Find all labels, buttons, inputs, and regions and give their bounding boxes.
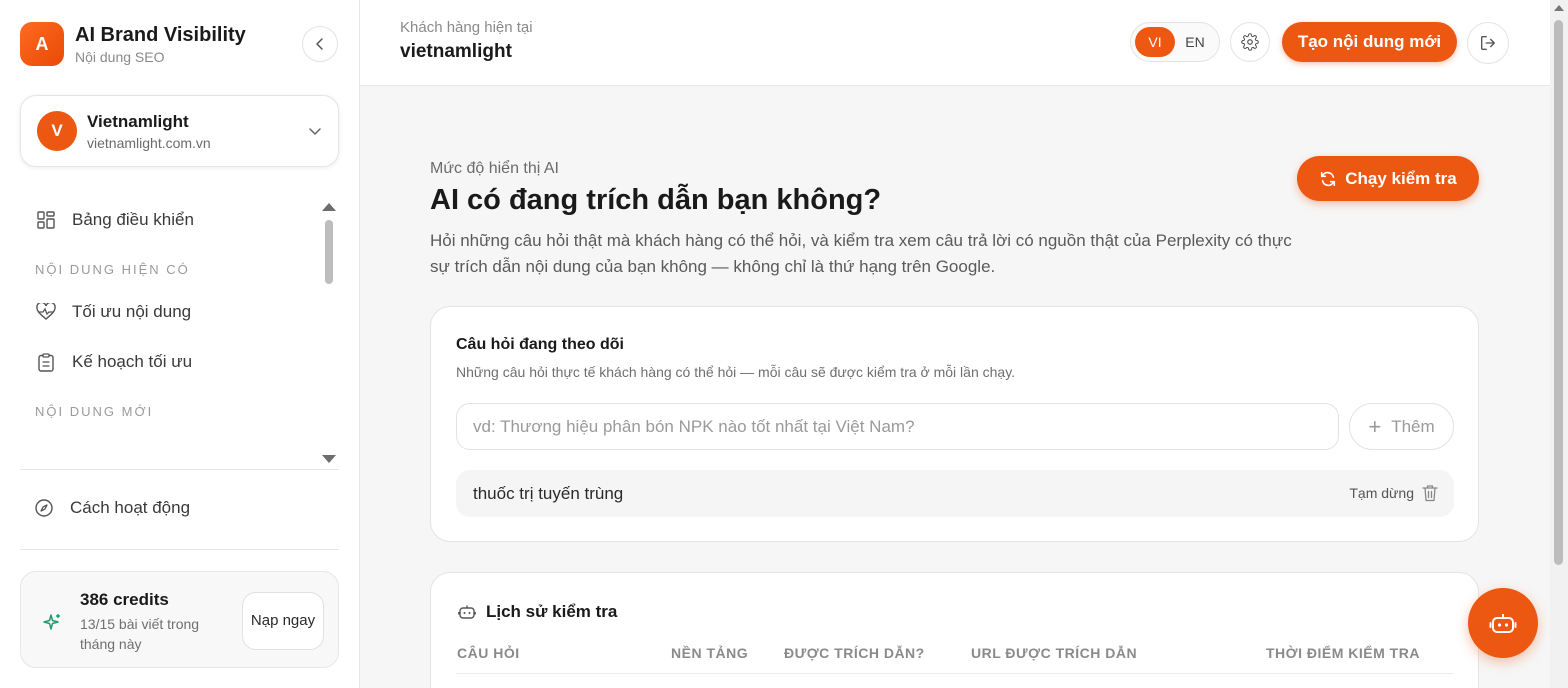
page-description: Hỏi những câu hỏi thật mà khách hàng có … [430,231,1292,276]
column-header-question: CÂU HỎI [457,645,520,661]
add-question-button[interactable]: + Thêm [1349,403,1454,450]
site-selector[interactable]: V Vietnamlight vietnamlight.com.vn [20,95,339,167]
refresh-icon [1321,171,1336,186]
run-check-label: Chạy kiểm tra [1345,168,1457,188]
tracked-subtitle: Những câu hỏi thực tế khách hàng có thể … [456,364,1016,380]
sidebar-item-dashboard[interactable]: Bảng điều khiển [20,195,320,245]
column-header-cited: ĐƯỢC TRÍCH DẪN? [784,645,925,661]
settings-button[interactable] [1230,22,1270,62]
chevron-down-icon [309,128,321,135]
clipboard-icon [36,352,56,372]
history-title-text: Lịch sử kiểm tra [486,602,618,621]
nav-section-existing: NỘI DUNG HIỆN CÓ [35,261,190,277]
run-check-button[interactable]: Chạy kiểm tra [1297,156,1479,201]
divider [20,549,339,550]
sidebar-scrollbar[interactable] [325,220,333,284]
client-label: Khách hàng hiện tại [400,19,533,36]
scroll-up-arrow[interactable] [1554,5,1564,11]
lang-vi-button[interactable]: VI [1135,27,1175,57]
sidebar-scroll-down[interactable] [322,455,336,463]
history-card: Lịch sử kiểm tra CÂU HỎI NỀN TẢNG ĐƯỢC T… [430,572,1479,688]
history-title: Lịch sử kiểm tra [458,602,617,622]
language-toggle: VI EN [1130,22,1220,62]
plus-icon: + [1368,413,1382,439]
new-content-button[interactable]: Tạo nội dung mới [1282,22,1457,62]
client-name: vietnamlight [400,41,512,62]
nav-section-new: NỘI DUNG MỚI [35,403,154,419]
credits-amount: 386 credits [80,590,169,609]
sidebar-item-plan[interactable]: Kế hoạch tối ưu [20,337,320,387]
tracked-questions-card: Câu hỏi đang theo dõi Những câu hỏi thực… [430,306,1479,542]
sidebar-item-label: Kế hoạch tối ưu [72,352,193,371]
scrollbar-thumb[interactable] [1554,20,1563,565]
section-eyebrow: Mức độ hiển thị AI [430,160,559,177]
list-item: thuốc trị tuyến trùng Tạm dừng [456,470,1454,517]
trash-icon[interactable] [1422,484,1438,507]
column-header-platform: NỀN TẢNG [671,645,749,661]
add-label: Thêm [1391,416,1435,436]
sidebar-item-label: Bảng điều khiển [72,210,194,229]
question-input[interactable] [456,403,1339,450]
assistant-fab-button[interactable] [1468,588,1538,658]
column-header-checked-at: THỜI ĐIỂM KIỂM TRA [1266,645,1420,661]
robot-icon [1489,614,1517,633]
sidebar-item-optimize[interactable]: Tối ưu nội dung [20,287,320,337]
question-text: thuốc trị tuyến trùng [473,484,624,503]
sparkle-icon [43,612,63,637]
brand: A AI Brand Visibility Nội dung SEO [20,22,246,66]
page-scrollbar[interactable] [1550,0,1568,688]
sidebar-item-label: Cách hoạt động [70,498,191,517]
sidebar-item-how-it-works[interactable]: Cách hoạt động [34,490,190,526]
grid-icon [36,210,56,230]
credits-panel: 386 credits 13/15 bài viết trong tháng n… [20,571,339,668]
pause-button[interactable]: Tạm dừng [1349,485,1414,501]
sidebar: A AI Brand Visibility Nội dung SEO V Vie… [0,0,360,688]
chevron-left-icon [316,38,323,50]
sidebar-item-label: Tối ưu nội dung [72,302,192,321]
column-header-cited-url: URL ĐƯỢC TRÍCH DẪN [971,645,1138,661]
heart-pulse-icon [36,302,56,322]
sidebar-nav: Bảng điều khiển NỘI DUNG HIỆN CÓ Tối ưu … [20,195,320,429]
logout-button[interactable] [1467,22,1509,64]
gear-icon [1241,33,1259,51]
site-name: Vietnamlight [87,111,189,131]
header: Khách hàng hiện tại vietnamlight VI EN T… [360,0,1550,86]
tracked-title: Câu hỏi đang theo dõi [456,336,624,353]
lang-en-button[interactable]: EN [1175,27,1215,57]
brand-title: AI Brand Visibility [75,24,246,46]
topup-button[interactable]: Nạp ngay [242,592,324,650]
robot-icon [458,605,476,619]
collapse-sidebar-button[interactable] [302,26,338,62]
credits-usage: 13/15 bài viết trong tháng này [80,616,200,652]
divider [20,469,339,470]
table-header-divider [456,673,1454,674]
page-title: AI có đang trích dẫn bạn không? [430,184,882,216]
brand-subtitle: Nội dung SEO [75,49,165,65]
site-avatar: V [37,111,77,151]
logout-icon [1481,36,1495,50]
compass-icon [34,498,54,518]
site-domain: vietnamlight.com.vn [87,134,211,151]
brand-logo: A [20,22,64,66]
sidebar-scroll-up[interactable] [322,203,336,211]
